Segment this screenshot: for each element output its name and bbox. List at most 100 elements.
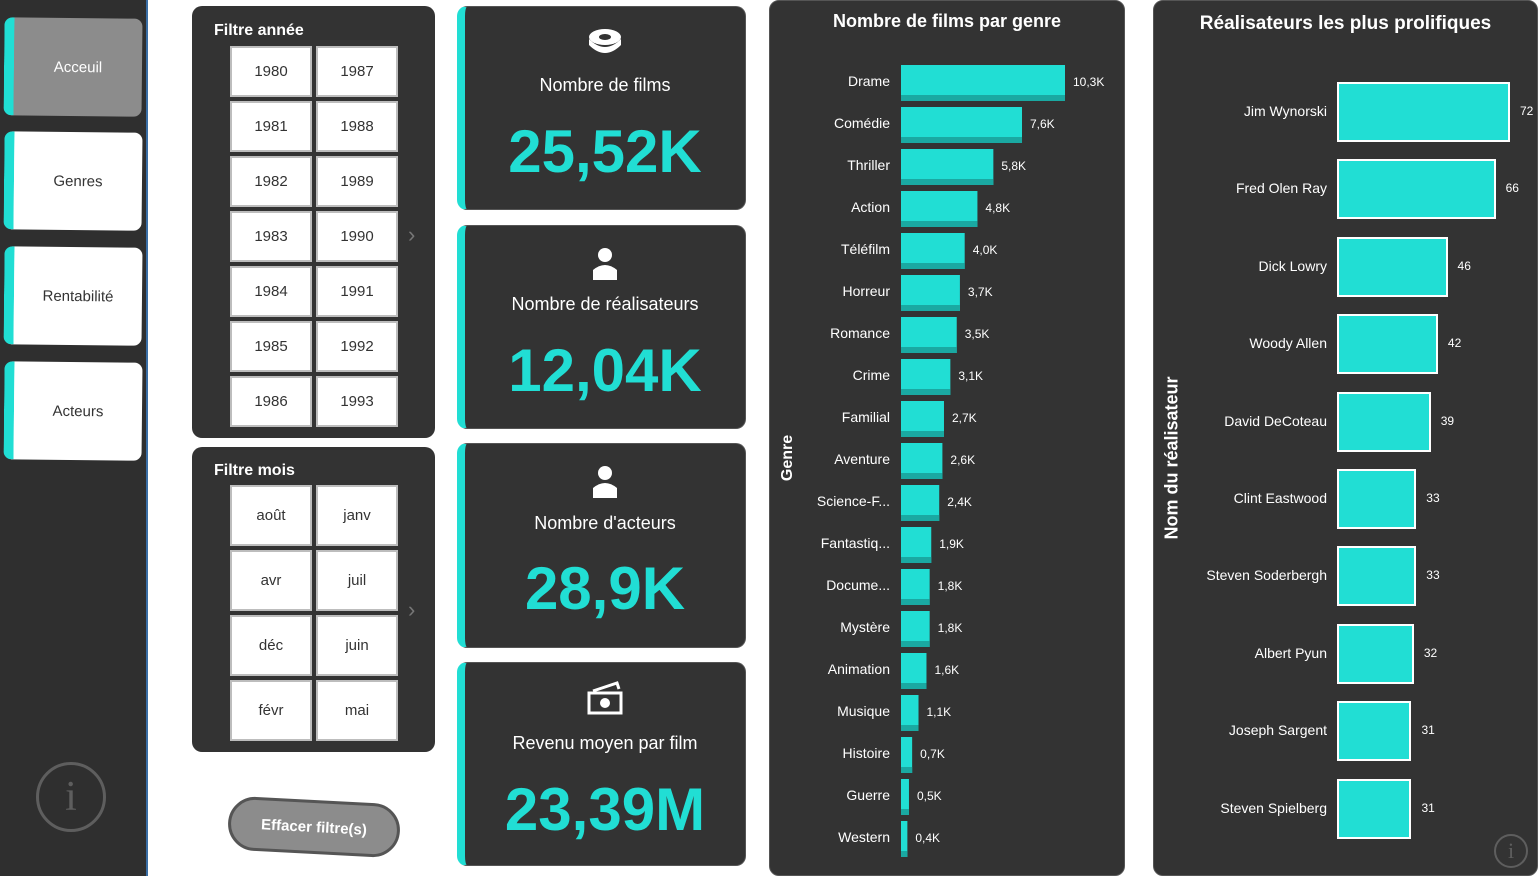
director-bar[interactable]: [1337, 391, 1431, 452]
year-option[interactable]: 1993: [316, 376, 398, 427]
year-option[interactable]: 1984: [230, 266, 312, 317]
year-option[interactable]: 1985: [230, 321, 312, 372]
year-option[interactable]: 1982: [230, 156, 312, 207]
month-option[interactable]: juil: [316, 550, 398, 611]
kpi-acteurs-card: Nombre d'acteurs 28,9K: [457, 443, 746, 648]
director-bar[interactable]: [1337, 546, 1417, 607]
month-option[interactable]: janv: [316, 485, 398, 546]
month-option[interactable]: mai: [316, 680, 398, 741]
director-value-label: 46: [1457, 258, 1471, 273]
genre-value-label: 2,6K: [950, 453, 976, 467]
director-label: Jim Wynorski: [1243, 103, 1327, 119]
year-option[interactable]: 1988: [316, 101, 398, 152]
clear-filters-button[interactable]: Effacer filtre(s): [226, 795, 402, 859]
year-option[interactable]: 1980: [230, 46, 312, 97]
genre-bar-shadow: [901, 347, 957, 353]
person-icon: [465, 246, 745, 285]
directors-chart-panel: Réalisateurs les plus prolifiques Nom du…: [1153, 0, 1538, 876]
director-value-label: 33: [1426, 568, 1440, 583]
director-value-label: 42: [1447, 336, 1462, 351]
genre-label: Horreur: [842, 283, 890, 299]
genre-label: Familial: [841, 409, 890, 425]
year-option[interactable]: 1987: [316, 46, 398, 97]
month-option[interactable]: févr: [230, 680, 312, 741]
year-option[interactable]: 1990: [316, 211, 398, 262]
director-label: Steven Spielberg: [1220, 799, 1327, 816]
director-value-label: 66: [1505, 181, 1519, 196]
kpi-revenu-card: Revenu moyen par film 23,39M: [457, 662, 746, 866]
genre-label: Histoire: [842, 745, 890, 761]
year-option[interactable]: 1989: [316, 156, 398, 207]
nav-rentabilite-button[interactable]: Rentabilité: [3, 246, 143, 346]
genre-bar-shadow: [901, 515, 940, 521]
year-option[interactable]: 1981: [230, 101, 312, 152]
month-slicer: août janv avr juil déc juin févr mai: [230, 485, 398, 741]
kpi-label: Nombre de films: [539, 75, 671, 95]
genre-value-label: 10,3K: [1073, 75, 1105, 89]
genre-value-label: 0,7K: [920, 747, 945, 761]
year-slicer: 1980 1987 1981 1988 1982 1989 1983 1990 1984 1991…: [230, 46, 398, 427]
nav-acceuil-button[interactable]: Acceuil: [3, 17, 143, 117]
director-bar[interactable]: [1337, 623, 1414, 684]
genre-label: Mystère: [840, 619, 890, 635]
info-icon[interactable]: i: [36, 762, 106, 832]
genre-value-label: 4,0K: [972, 243, 998, 257]
kpi-label: Nombre d'acteurs: [534, 513, 676, 533]
director-bar[interactable]: [1337, 314, 1438, 375]
nav-label: Rentabilité: [42, 287, 114, 305]
director-bar[interactable]: [1337, 236, 1448, 297]
year-option[interactable]: 1991: [316, 266, 398, 317]
genre-bar-shadow: [901, 473, 943, 479]
director-label: Fred Olen Ray: [1235, 180, 1327, 197]
genre-label: Science-F...: [816, 493, 890, 509]
month-option[interactable]: août: [230, 485, 312, 546]
genre-value-label: 3,5K: [964, 327, 990, 341]
director-value-label: 39: [1440, 413, 1455, 428]
genre-bar-shadow: [901, 95, 1065, 101]
genre-value-label: 1,8K: [937, 579, 963, 593]
genre-label: Fantastiq...: [820, 535, 890, 551]
director-bar[interactable]: [1337, 701, 1412, 762]
kpi-value: 23,39M: [504, 776, 706, 843]
genre-bar-shadow: [901, 851, 908, 857]
sidebar: Acceuil Genres Rentabilité Acteurs i: [0, 0, 148, 876]
genre-label: Drame: [847, 73, 890, 89]
nav-label: Acceuil: [53, 58, 103, 76]
genre-value-label: 1,1K: [926, 705, 952, 719]
genre-bar-shadow: [901, 725, 919, 731]
genre-label: Thriller: [847, 157, 890, 173]
genre-value-label: 0,5K: [916, 789, 942, 803]
chevron-right-icon[interactable]: ›: [408, 597, 415, 623]
genre-label: Aventure: [834, 451, 890, 467]
genre-bar-shadow: [901, 389, 951, 395]
genre-bar-shadow: [901, 557, 932, 563]
director-bar[interactable]: [1337, 778, 1412, 839]
info-icon[interactable]: i: [1494, 834, 1528, 868]
director-bar[interactable]: [1337, 82, 1510, 142]
nav-acteurs-button[interactable]: Acteurs: [3, 361, 143, 461]
genre-value-label: 3,1K: [958, 369, 984, 383]
director-bar[interactable]: [1337, 159, 1496, 220]
kpi-films-card: Nombre de films 25,52K: [457, 6, 746, 210]
director-bar[interactable]: [1337, 469, 1417, 529]
genre-bar-shadow: [901, 221, 978, 227]
genre-label: Western: [838, 829, 890, 845]
kpi-label: Revenu moyen par film: [512, 733, 698, 753]
genre-value-label: 4,8K: [985, 201, 1011, 215]
kpi-label: Nombre de réalisateurs: [511, 294, 699, 314]
nav-genres-button[interactable]: Genres: [3, 131, 143, 231]
month-option[interactable]: déc: [230, 615, 312, 676]
year-option[interactable]: 1992: [316, 321, 398, 372]
genre-label: Crime: [852, 367, 890, 383]
chevron-right-icon[interactable]: ›: [408, 222, 415, 248]
genre-label: Téléfilm: [840, 241, 890, 257]
genre-value-label: 0,4K: [915, 831, 941, 845]
chart-title: Réalisateurs les plus prolifiques: [1199, 13, 1492, 34]
nav-label: Acteurs: [52, 402, 104, 420]
director-value-label: 31: [1421, 723, 1435, 738]
year-option[interactable]: 1986: [230, 376, 312, 427]
genre-bar-shadow: [901, 263, 965, 269]
year-option[interactable]: 1983: [230, 211, 312, 262]
month-option[interactable]: avr: [230, 550, 312, 611]
month-option[interactable]: juin: [316, 615, 398, 676]
